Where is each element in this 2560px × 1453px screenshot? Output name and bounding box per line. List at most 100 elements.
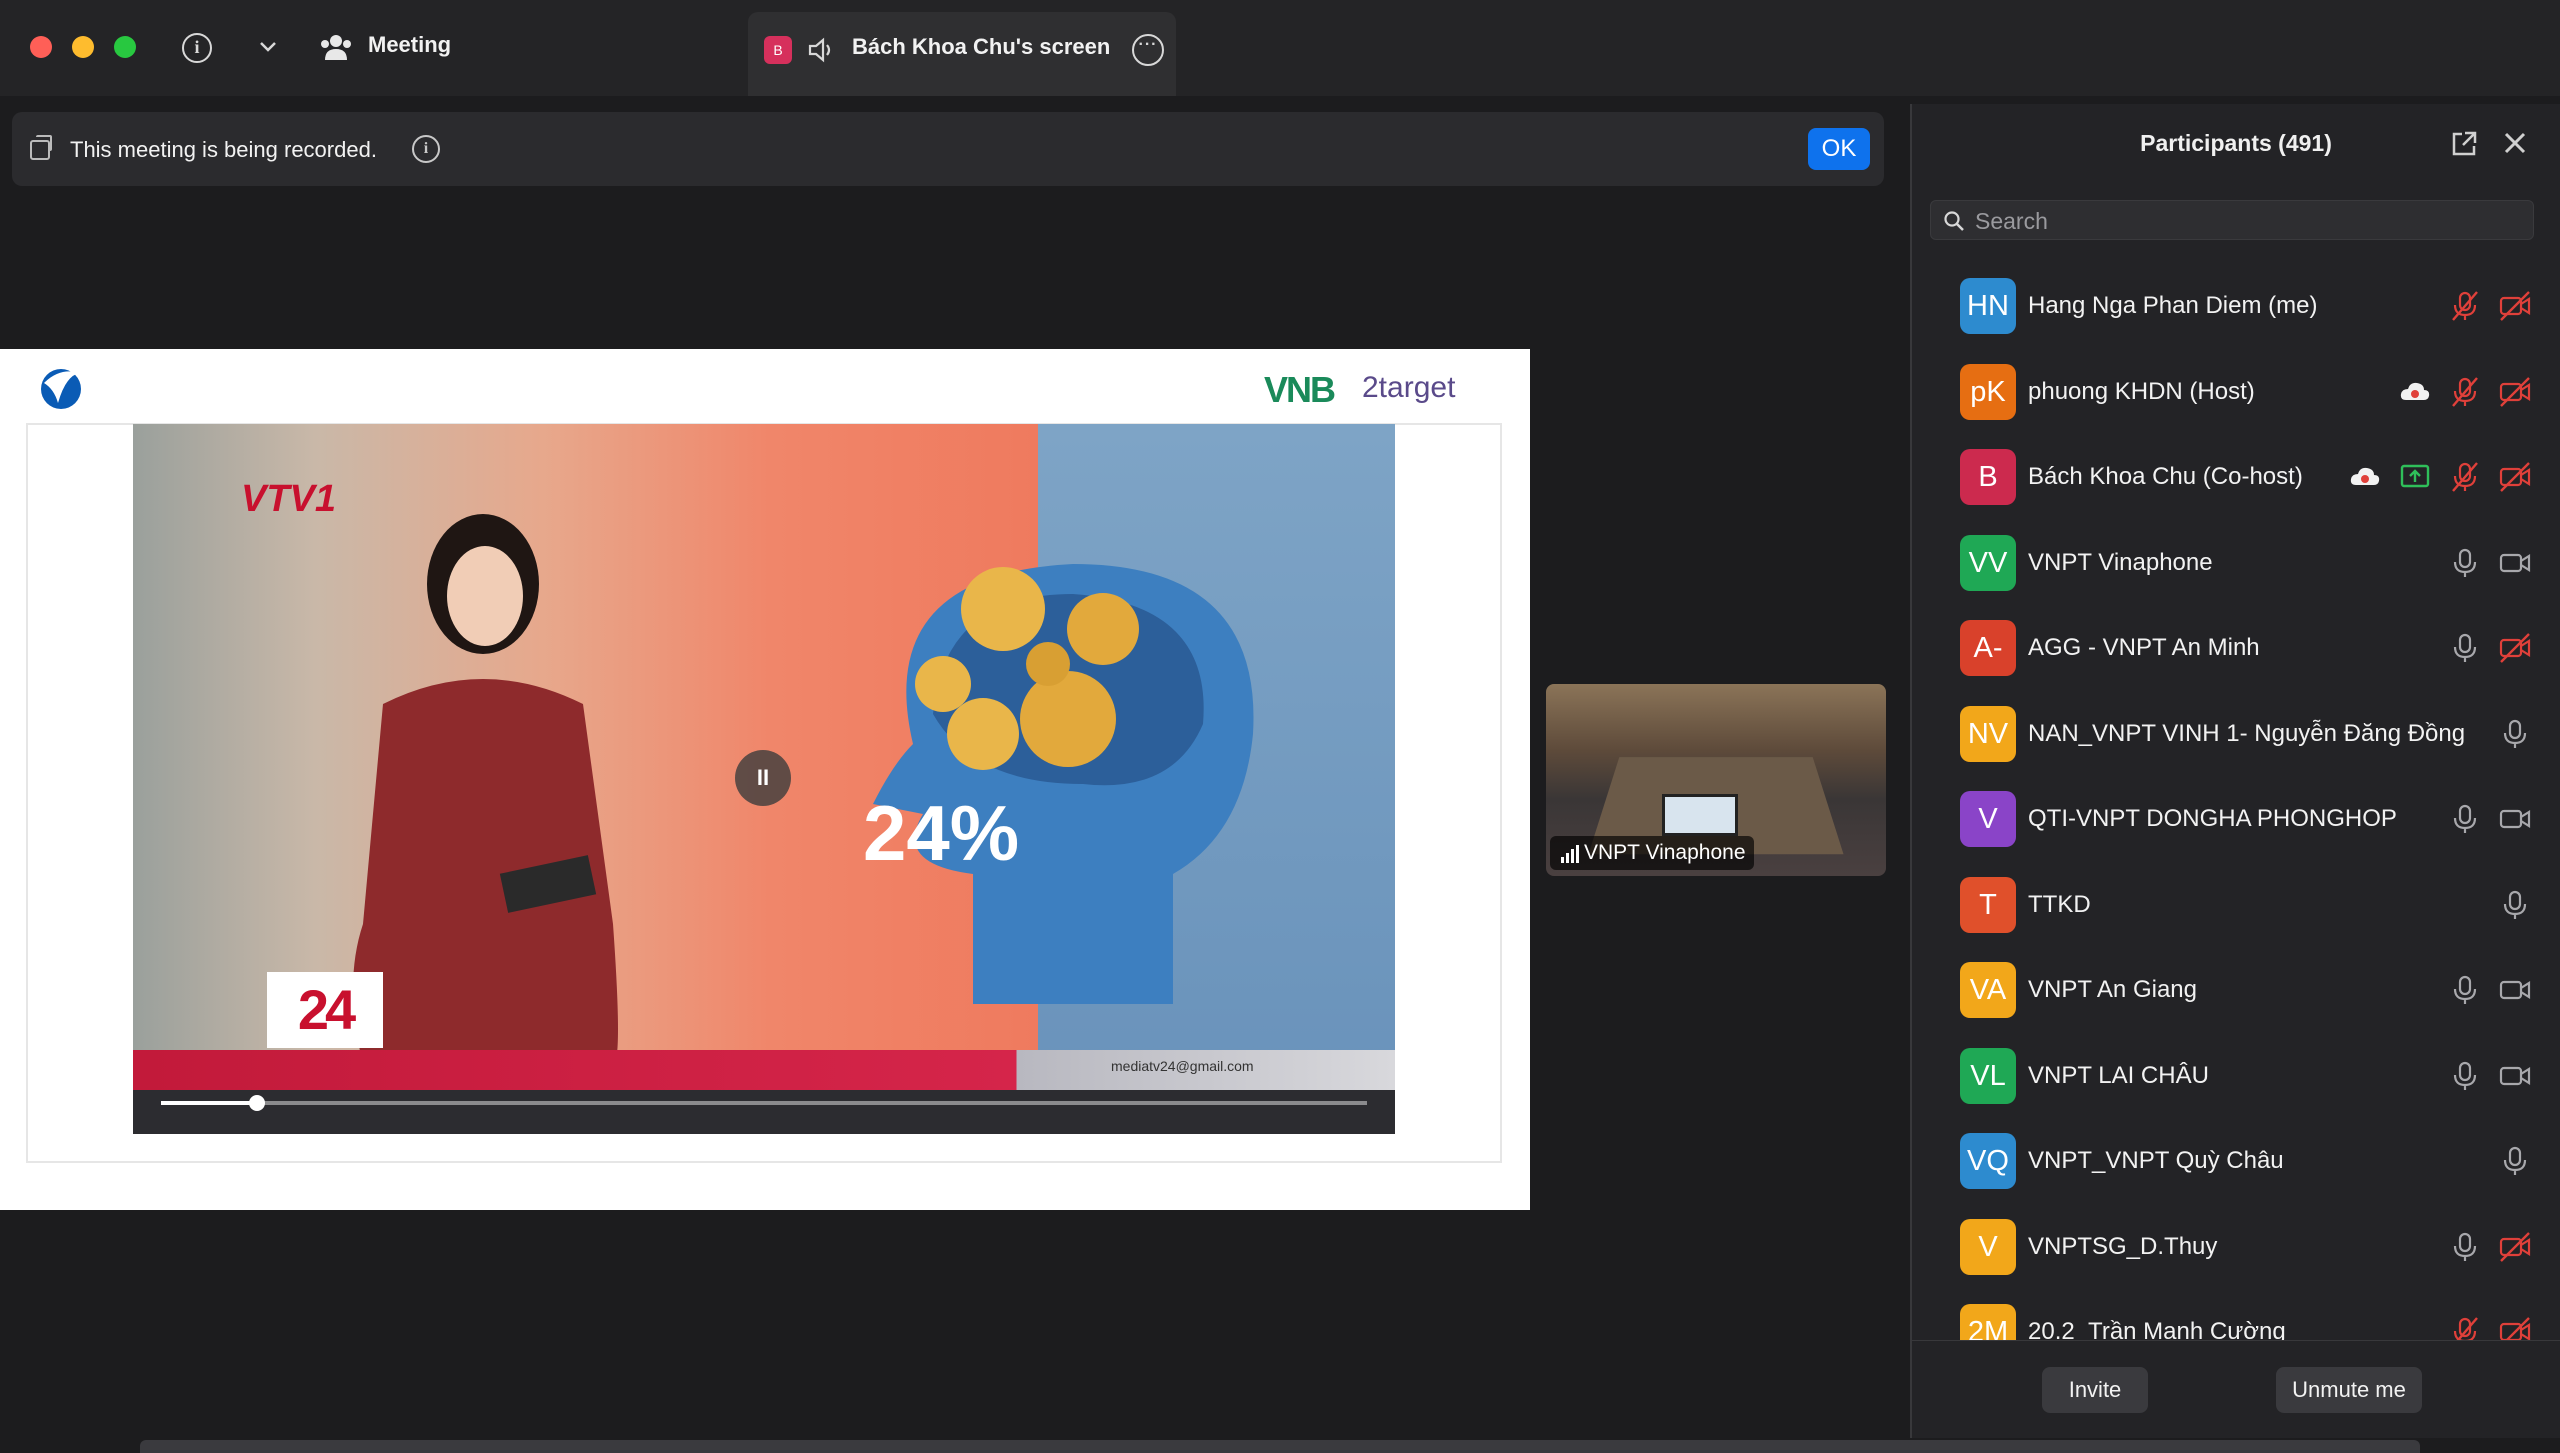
popout-icon[interactable]: [2450, 130, 2478, 158]
meeting-info-icon[interactable]: i: [182, 33, 212, 63]
participant-row[interactable]: VL VNPT LAI CHÂU: [1912, 1034, 2552, 1119]
more-options-icon[interactable]: ···: [1132, 34, 1164, 66]
video-icon[interactable]: [2498, 974, 2532, 1006]
participant-status-icons: [2448, 1231, 2532, 1263]
video-off-icon[interactable]: [2498, 632, 2532, 664]
mic-icon[interactable]: [2498, 1145, 2532, 1177]
participant-status-icons: [2448, 632, 2532, 664]
close-icon[interactable]: [2500, 128, 2530, 158]
search-input[interactable]: [1975, 205, 2515, 237]
avatar: B: [1960, 449, 2016, 505]
participant-video-thumbnail[interactable]: VNPT Vinaphone: [1546, 684, 1886, 876]
participant-row[interactable]: V VNPTSG_D.Thuy: [1912, 1205, 2552, 1290]
signal-strength-icon: [1561, 845, 1579, 863]
participant-row[interactable]: VV VNPT Vinaphone: [1912, 521, 2552, 606]
invite-button[interactable]: Invite: [2042, 1367, 2148, 1413]
mic-muted-icon[interactable]: [2448, 461, 2482, 493]
minimize-window-button[interactable]: [72, 36, 94, 58]
mic-icon[interactable]: [2448, 803, 2482, 835]
speaker-icon[interactable]: [806, 36, 836, 64]
avatar: T: [1960, 876, 2016, 933]
avatar: V: [1960, 1218, 2016, 1275]
search-box: [1930, 200, 2534, 240]
chevron-down-icon[interactable]: [258, 36, 278, 56]
video-off-icon[interactable]: [2498, 290, 2532, 322]
thumbnail-name-label: VNPT Vinaphone: [1550, 836, 1754, 870]
video-off-icon[interactable]: [2498, 1316, 2532, 1340]
video-controls-bar: [133, 1090, 1395, 1134]
recording-banner: This meeting is being recorded. i OK: [12, 112, 1884, 186]
ok-button[interactable]: OK: [1808, 128, 1870, 170]
mic-icon[interactable]: [2498, 889, 2532, 921]
video-off-icon[interactable]: [2498, 376, 2532, 408]
participant-status-icons: [2448, 290, 2532, 322]
thumbnail-name: VNPT Vinaphone: [1584, 841, 1746, 864]
share-screen-icon: [2398, 461, 2432, 493]
mic-icon[interactable]: [2498, 718, 2532, 750]
participant-row[interactable]: B Bách Khoa Chu (Co-host): [1912, 435, 2552, 520]
participant-name: VNPT_VNPT Quỳ Châu: [2028, 1147, 2284, 1174]
participants-icon: [321, 35, 351, 60]
avatar: A-: [1960, 620, 2016, 676]
vtv1-logo: VTV1: [241, 478, 337, 520]
video-icon[interactable]: [2498, 803, 2532, 835]
participant-row[interactable]: 2M 20.2_Trần Mạnh Cường: [1912, 1290, 2552, 1340]
participants-list: HN Hang Nga Phan Diem (me) pK phuong KHDN (…: [1912, 264, 2552, 1340]
avatar: 2M: [1960, 1304, 2016, 1340]
participant-name: phuong KHDN (Host): [2028, 377, 2255, 405]
mic-icon[interactable]: [2448, 547, 2482, 579]
participant-row[interactable]: VQ VNPT_VNPT Quỳ Châu: [1912, 1119, 2552, 1204]
participant-name: VNPT Vinaphone: [2028, 548, 2213, 576]
participant-row[interactable]: NV NAN_VNPT VINH 1- Nguyễn Đăng Đồng: [1912, 692, 2552, 777]
participant-status-icons: [2498, 889, 2532, 921]
video-progress-bar[interactable]: [161, 1095, 1367, 1111]
pause-button[interactable]: II: [735, 750, 791, 806]
video-off-icon[interactable]: [2498, 461, 2532, 493]
participant-status-icons: [2348, 461, 2532, 493]
participant-row[interactable]: pK phuong KHDN (Host): [1912, 350, 2552, 435]
mic-muted-icon[interactable]: [2448, 1316, 2482, 1340]
participant-name: TTKD: [2028, 890, 2091, 918]
participant-row[interactable]: VA VNPT An Giang: [1912, 948, 2552, 1033]
participant-row[interactable]: T TTKD: [1912, 863, 2552, 948]
participant-status-icons: [2448, 803, 2532, 835]
video-icon[interactable]: [2498, 547, 2532, 579]
avatar: pK: [1960, 363, 2016, 420]
shared-screen-title: Bách Khoa Chu's screen: [852, 34, 1111, 59]
dock-edge: [140, 1440, 2420, 1453]
channel-24-logo: 24: [267, 972, 383, 1048]
unmute-me-button[interactable]: Unmute me: [2276, 1367, 2422, 1413]
brain-head-illustration: [873, 564, 1254, 1004]
2target-logo: 2target: [1362, 371, 1456, 404]
mic-icon[interactable]: [2448, 1060, 2482, 1092]
shared-screen-tab[interactable]: B Bách Khoa Chu's screen ···: [748, 12, 1176, 96]
participant-status-icons: [2448, 547, 2532, 579]
participant-name: QTI-VNPT DONGHA PHONGHOP: [2028, 805, 2397, 832]
avatar: V: [1960, 791, 2016, 847]
participant-row[interactable]: V QTI-VNPT DONGHA PHONGHOP: [1912, 777, 2552, 862]
info-icon[interactable]: i: [412, 135, 440, 163]
participant-row[interactable]: A- AGG - VNPT An Minh: [1912, 606, 2552, 691]
fullscreen-window-button[interactable]: [114, 36, 136, 58]
cloud-record-icon: [2398, 376, 2432, 408]
participant-name: Bách Khoa Chu (Co-host): [2028, 463, 2303, 490]
recording-notice-text: This meeting is being recorded.: [70, 137, 377, 162]
recording-icon: [30, 135, 52, 160]
mic-muted-icon[interactable]: [2448, 376, 2482, 408]
meeting-label[interactable]: Meeting: [368, 32, 451, 58]
participant-status-icons: [2498, 718, 2532, 750]
video-progress-fill: [161, 1101, 258, 1105]
participant-status-icons: [2448, 1316, 2532, 1340]
mic-icon[interactable]: [2448, 632, 2482, 664]
mic-icon[interactable]: [2448, 974, 2482, 1006]
participant-row[interactable]: HN Hang Nga Phan Diem (me): [1912, 264, 2552, 349]
mic-icon[interactable]: [2448, 1231, 2482, 1263]
avatar: VQ: [1960, 1133, 2016, 1189]
mic-muted-icon[interactable]: [2448, 290, 2482, 322]
embedded-video[interactable]: VTV1 24% 24 mediatv24@gmail.com II: [133, 424, 1395, 1134]
participant-status-icons: [2398, 376, 2532, 408]
close-window-button[interactable]: [30, 36, 52, 58]
video-off-icon[interactable]: [2498, 1231, 2532, 1263]
video-icon[interactable]: [2498, 1060, 2532, 1092]
participants-panel: Participants (491) HNHang Nga Phan Diem …: [1910, 104, 2560, 1438]
